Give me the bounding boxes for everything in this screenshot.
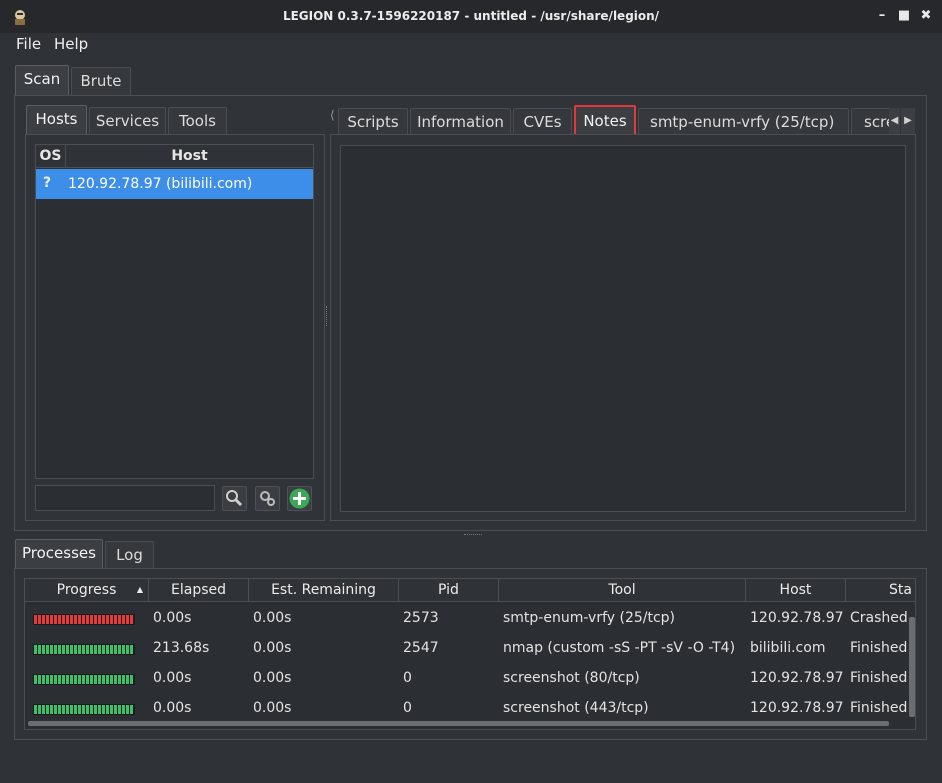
add-icon [289,488,310,509]
progress-bar [33,614,135,625]
header-os[interactable]: OS [36,145,66,168]
hosts-table: OS Host ? 120.92.78.97 (bilibili.com) [35,144,314,479]
tab-services[interactable]: Services [89,107,166,135]
process-status: Finished [850,640,908,656]
tab-smtp-enum-vrfy[interactable]: smtp-enum-vrfy (25/tcp) ⊠ [638,108,849,157]
process-remaining: 0.00s [253,670,292,686]
close-button[interactable]: ✖ [918,8,934,24]
process-remaining: 0.00s [253,640,292,656]
tab-scroll-next-icon[interactable]: ▶ [901,108,915,134]
tab-smtp-enum-vrfy-label: smtp-enum-vrfy (25/tcp) [650,113,835,131]
process-elapsed: 213.68s [153,640,210,656]
process-row[interactable]: 0.00s 0.00s 0 screenshot (80/tcp) 120.92.78.… [25,663,915,693]
process-row[interactable]: 213.68s 0.00s 2547 nmap (custom -sS -PT -sV… [25,633,915,663]
process-row[interactable]: 0.00s 0.00s 2573 smtp-enum-vrfy (25/tcp) 120… [25,603,915,633]
menu-help[interactable]: Help [54,35,88,53]
horizontal-scrollbar[interactable] [28,721,889,726]
sort-asc-icon: ▲ [136,585,143,594]
tab-scripts[interactable]: Scripts [338,108,408,136]
process-status: Finished [850,670,908,686]
process-pid: 0 [403,700,412,716]
host-address: 120.92.78.97 (bilibili.com) [68,176,253,192]
process-elapsed: 0.00s [153,610,192,626]
process-tool: smtp-enum-vrfy (25/tcp) [503,610,676,626]
tab-tools[interactable]: Tools [168,107,227,135]
search-icon [226,490,243,507]
settings-button[interactable] [255,486,280,511]
process-host: bilibili.com [750,640,826,656]
menu-file[interactable]: File [16,35,41,53]
header-elapsed[interactable]: Elapsed [149,579,249,601]
process-tool: screenshot (443/tcp) [503,700,649,716]
process-remaining: 0.00s [253,610,292,626]
hosts-table-header: OS Host [36,145,313,168]
menu-bar [0,33,942,57]
header-est-remaining[interactable]: Est. Remaining [249,579,399,601]
progress-bar [33,704,135,715]
tab-log[interactable]: Log [105,541,154,569]
header-progress[interactable]: Progress ▲ [25,579,149,601]
header-host[interactable]: Host [746,579,846,601]
vertical-scrollbar[interactable] [909,617,915,717]
process-pid: 0 [403,670,412,686]
maximize-button[interactable]: ■ [896,8,912,24]
host-row[interactable]: ? 120.92.78.97 (bilibili.com) [36,169,313,199]
host-filter-input[interactable] [35,485,215,511]
header-status[interactable]: Sta [846,579,915,601]
process-status: Crashed [850,610,908,626]
horizontal-splitter[interactable] [464,534,482,537]
window-title: LEGION 0.3.7-1596220187 - untitled - /us… [282,9,660,23]
progress-bar [33,644,135,655]
vertical-splitter[interactable] [326,306,329,326]
process-host: 120.92.78.97 [750,670,844,686]
process-host: 120.92.78.97 [750,610,844,626]
tab-scroll-prev-icon[interactable]: ◀ [889,108,900,134]
header-tool[interactable]: Tool [499,579,746,601]
process-status: Finished [850,700,908,716]
tab-processes[interactable]: Processes [15,539,103,569]
tab-scan[interactable]: Scan [15,65,69,96]
search-button[interactable] [222,486,247,511]
tab-brute[interactable]: Brute [71,67,131,95]
process-elapsed: 0.00s [153,700,192,716]
tab-notes[interactable]: Notes [574,105,636,136]
header-progress-label: Progress [56,582,117,598]
process-row[interactable]: 0.00s 0.00s 0 screenshot (443/tcp) 120.92.78… [25,693,915,723]
process-pid: 2573 [403,610,439,626]
tab-scroll-left-icon[interactable]: ⟨ [330,108,336,134]
gear-icon [260,491,275,506]
processes-header: Progress ▲ Elapsed Est. Remaining Pid Too… [25,579,915,602]
header-pid[interactable]: Pid [399,579,499,601]
tab-information[interactable]: Information [410,108,511,136]
process-pid: 2547 [403,640,439,656]
tab-cves[interactable]: CVEs [513,108,572,136]
processes-table: Progress ▲ Elapsed Est. Remaining Pid Too… [24,578,916,730]
header-host[interactable]: Host [66,145,313,168]
process-tool: nmap (custom -sS -PT -sV -O -T4) [503,640,736,656]
process-elapsed: 0.00s [153,670,192,686]
process-remaining: 0.00s [253,700,292,716]
process-tool: screenshot (80/tcp) [503,670,640,686]
process-host: 120.92.78.97 [750,700,844,716]
minimize-button[interactable]: – [874,8,890,24]
add-host-button[interactable] [287,486,312,511]
progress-bar [33,674,135,685]
tab-hosts[interactable]: Hosts [26,105,87,135]
os-unknown-icon: ? [43,175,52,191]
tab-screenshot[interactable]: scre [851,108,891,136]
notes-text-area[interactable] [340,145,906,512]
